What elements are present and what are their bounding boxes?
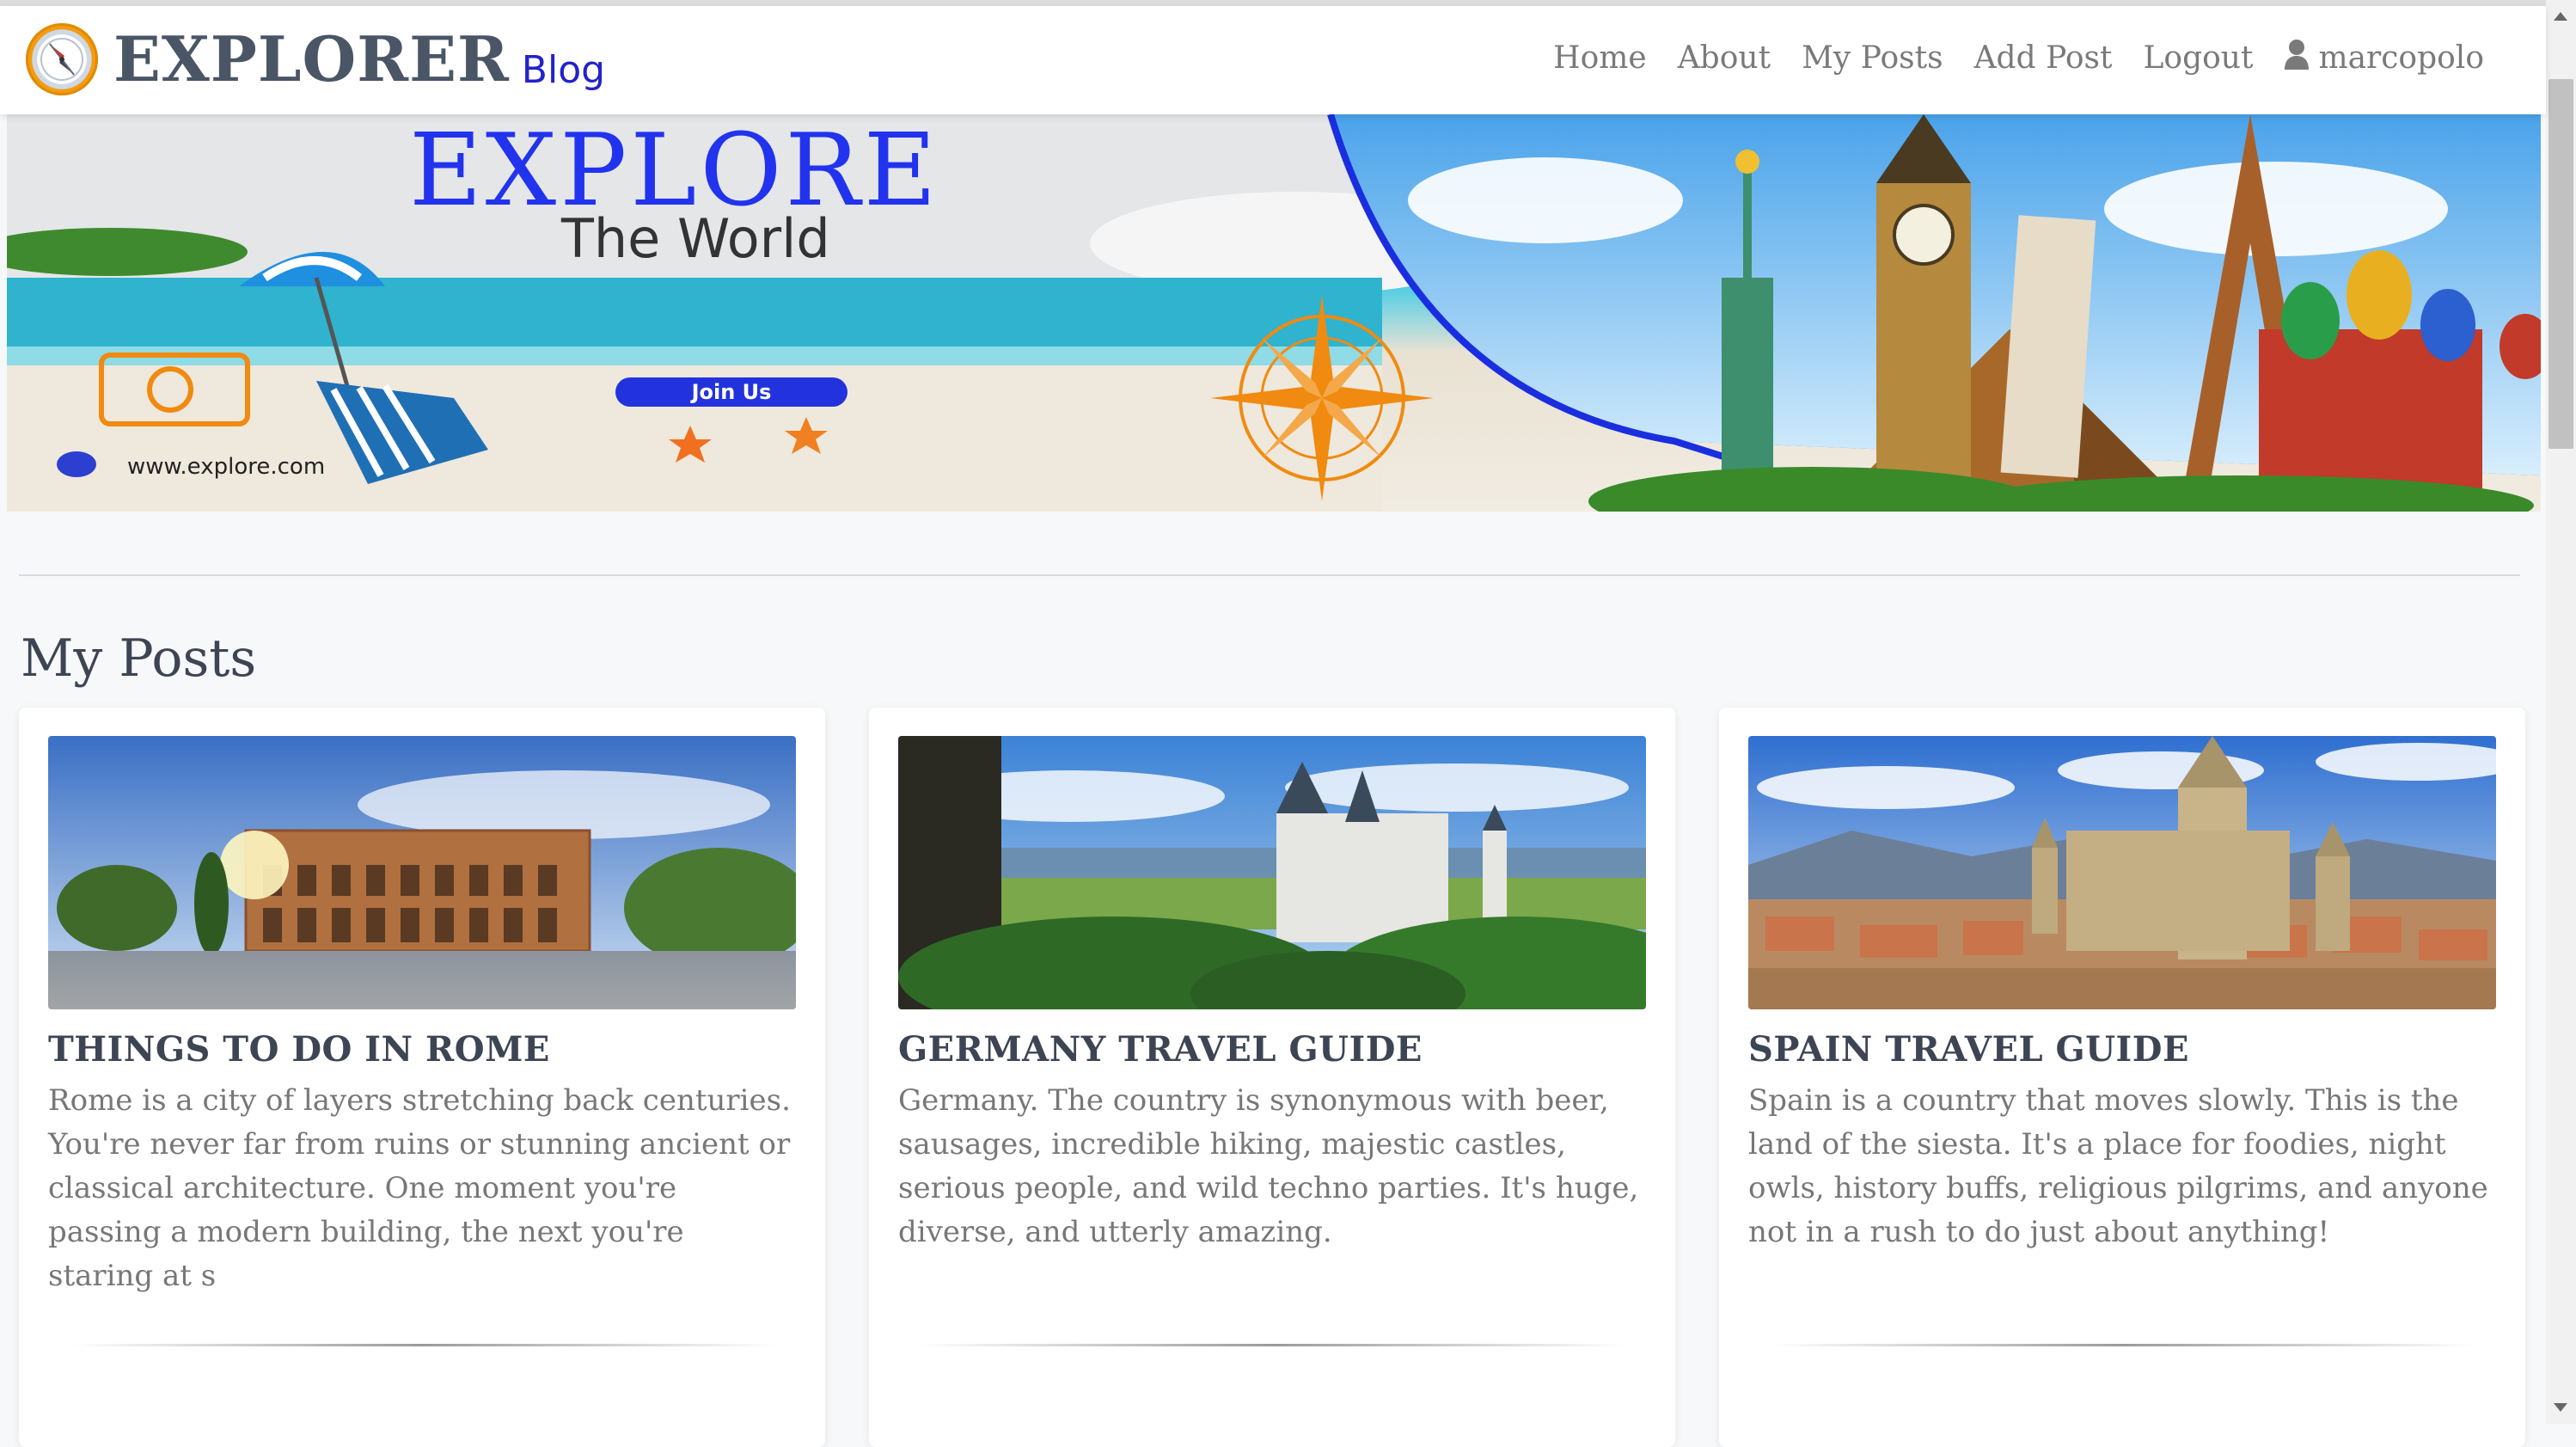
hero-subtitle: The World xyxy=(561,207,830,270)
page-scrollbar[interactable] xyxy=(2546,0,2576,1424)
post-image-spain[interactable] xyxy=(1748,736,2496,1009)
globe-icon xyxy=(57,451,96,477)
post-card[interactable]: THINGS TO DO IN ROME Rome is a city of l… xyxy=(19,708,825,1447)
hero-banner: EXPLORE The World Join Us www.explore.co… xyxy=(7,114,2541,512)
join-us-button[interactable]: Join Us xyxy=(615,377,847,407)
nav-add-post[interactable]: Add Post xyxy=(1974,40,2113,76)
compass-icon xyxy=(26,23,98,95)
scroll-up-icon[interactable] xyxy=(2554,12,2567,21)
card-divider xyxy=(921,1344,1625,1346)
brand[interactable]: EXPLORER Blog xyxy=(26,16,605,102)
nav-about[interactable]: About xyxy=(1678,40,1771,76)
post-card[interactable]: SPAIN TRAVEL GUIDE Spain is a country th… xyxy=(1719,708,2525,1447)
scroll-thumb[interactable] xyxy=(2548,79,2573,449)
nav-user-profile[interactable]: marcopolo xyxy=(2284,39,2484,77)
user-icon xyxy=(2284,39,2310,77)
section-divider xyxy=(19,574,2520,576)
brand-title: EXPLORER xyxy=(113,22,510,95)
post-excerpt: Spain is a country that moves slowly. Th… xyxy=(1748,1083,2488,1249)
navbar: EXPLORER Blog Home About My Posts Add Po… xyxy=(0,6,2546,114)
post-excerpt: Rome is a city of layers stretching back… xyxy=(48,1083,791,1293)
post-image-germany[interactable] xyxy=(898,736,1646,1009)
nav-logout[interactable]: Logout xyxy=(2143,40,2253,76)
post-title[interactable]: THINGS TO DO IN ROME xyxy=(48,1027,796,1072)
scroll-down-icon[interactable] xyxy=(2554,1403,2567,1412)
post-excerpt: Germany. The country is synonymous with … xyxy=(898,1083,1639,1249)
main-nav: Home About My Posts Add Post Logout marc… xyxy=(1522,39,2484,77)
card-divider xyxy=(1771,1344,2475,1346)
page-title: My Posts xyxy=(21,628,257,689)
post-title[interactable]: SPAIN TRAVEL GUIDE xyxy=(1748,1027,2496,1072)
post-image-rome[interactable] xyxy=(48,736,796,1009)
username-label: marcopolo xyxy=(2318,40,2484,76)
nav-my-posts[interactable]: My Posts xyxy=(1802,40,1943,76)
card-divider xyxy=(70,1344,775,1346)
nav-home[interactable]: Home xyxy=(1553,40,1647,76)
post-card[interactable]: GERMANY TRAVEL GUIDE Germany. The countr… xyxy=(869,708,1675,1447)
hero-url: www.explore.com xyxy=(127,454,326,480)
hero-illustration xyxy=(7,114,2541,512)
brand-subtitle: Blog xyxy=(521,48,606,92)
post-title[interactable]: GERMANY TRAVEL GUIDE xyxy=(898,1027,1646,1072)
window-top-border xyxy=(0,0,2546,6)
